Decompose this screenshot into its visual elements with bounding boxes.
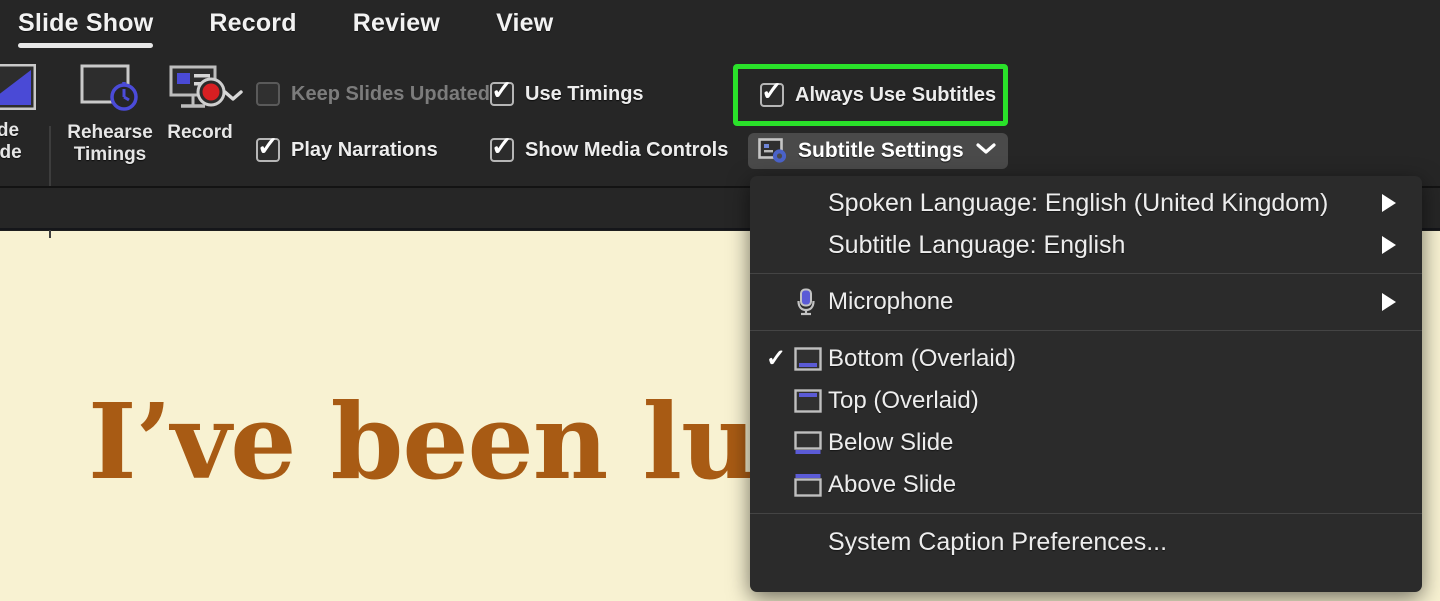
menu-item-above-slide[interactable]: Above Slide — [750, 464, 1422, 506]
menu-separator — [750, 273, 1422, 274]
tab-view[interactable]: View — [496, 0, 553, 38]
caption-above-slide-icon — [794, 473, 828, 497]
subtitle-settings-icon — [758, 138, 788, 164]
rehearse-timings-icon — [80, 64, 140, 118]
menu-item-below-slide[interactable]: Below Slide — [750, 422, 1422, 464]
menu-item-system-caption-preferences-label: System Caption Preferences... — [828, 528, 1167, 557]
play-narrations-label: Play Narrations — [291, 139, 438, 162]
menu-item-bottom-overlaid[interactable]: ✓ Bottom (Overlaid) — [750, 338, 1422, 380]
hide-slide-label-line1: de — [0, 120, 19, 142]
tab-review[interactable]: Review — [353, 0, 440, 38]
checkmark-icon: ✓ — [491, 133, 513, 159]
menu-item-system-caption-preferences[interactable]: System Caption Preferences... — [750, 521, 1422, 563]
use-timings-label: Use Timings — [525, 83, 644, 106]
tab-slide-show-label: Slide Show — [18, 9, 153, 37]
tab-record[interactable]: Record — [209, 0, 296, 38]
menu-item-spoken-language[interactable]: Spoken Language: English (United Kingdom… — [750, 182, 1422, 224]
menu-item-above-slide-label: Above Slide — [828, 471, 956, 499]
selected-checkmark-icon: ✓ — [766, 347, 794, 371]
checkbox-play-narrations[interactable]: ✓ Play Narrations — [256, 138, 438, 162]
menu-separator — [750, 330, 1422, 331]
menu-item-microphone[interactable]: Microphone — [750, 281, 1422, 323]
checkmark-icon: ✓ — [257, 133, 279, 159]
record-dropdown-caret[interactable] — [222, 88, 244, 107]
ribbon-body: de ide Rehearse Timings — [0, 60, 1440, 187]
rehearse-timings-button[interactable]: Rehearse Timings — [62, 64, 158, 166]
subtitle-settings-label: Subtitle Settings — [798, 139, 964, 163]
slide-title-text: I’ve been lu — [88, 387, 756, 497]
tab-record-label: Record — [209, 9, 296, 37]
rehearse-timings-label-line1: Rehearse — [67, 122, 153, 144]
use-timings-checkbox[interactable]: ✓ — [490, 82, 514, 106]
play-narrations-checkbox[interactable]: ✓ — [256, 138, 280, 162]
tab-slide-show[interactable]: Slide Show — [18, 0, 153, 38]
rehearse-timings-label-line2: Timings — [74, 144, 147, 166]
menu-item-top-overlaid[interactable]: Top (Overlaid) — [750, 380, 1422, 422]
menu-item-subtitle-language[interactable]: Subtitle Language: English — [750, 224, 1422, 266]
tab-review-label: Review — [353, 9, 440, 37]
caption-below-slide-icon — [794, 431, 828, 455]
hide-slide-button[interactable]: de ide — [0, 64, 44, 164]
always-use-subtitles-checkbox[interactable]: ✓ — [760, 83, 784, 107]
powerpoint-window: I’ve been lu Slide Show Record Review Vi… — [0, 0, 1440, 601]
keep-slides-updated-checkbox[interactable] — [256, 82, 280, 106]
checkmark-icon: ✓ — [761, 78, 783, 104]
record-label: Record — [167, 122, 232, 144]
menu-item-spoken-language-label: Spoken Language: English (United Kingdom… — [828, 189, 1328, 218]
microphone-icon — [794, 288, 828, 316]
caption-bottom-overlaid-icon — [794, 347, 828, 371]
menu-item-top-overlaid-label: Top (Overlaid) — [828, 387, 979, 415]
submenu-arrow-icon — [1382, 194, 1396, 212]
submenu-arrow-icon — [1382, 236, 1396, 254]
subtitle-settings-menu: Spoken Language: English (United Kingdom… — [750, 176, 1422, 592]
checkbox-keep-slides-updated[interactable]: Keep Slides Updated — [256, 82, 490, 106]
submenu-arrow-icon — [1382, 293, 1396, 311]
menu-separator — [750, 513, 1422, 514]
checkbox-use-timings[interactable]: ✓ Use Timings — [490, 82, 644, 106]
always-use-subtitles-label: Always Use Subtitles — [795, 84, 996, 107]
checkmark-icon: ✓ — [491, 77, 513, 103]
menu-item-below-slide-label: Below Slide — [828, 429, 953, 457]
hide-slide-icon — [0, 64, 36, 116]
menu-item-bottom-overlaid-label: Bottom (Overlaid) — [828, 345, 1016, 373]
menu-item-subtitle-language-label: Subtitle Language: English — [828, 231, 1125, 260]
subtitle-settings-button[interactable]: Subtitle Settings — [748, 133, 1008, 169]
show-media-controls-label: Show Media Controls — [525, 139, 728, 162]
menu-item-microphone-label: Microphone — [828, 288, 953, 316]
show-media-controls-checkbox[interactable]: ✓ — [490, 138, 514, 162]
keep-slides-updated-label: Keep Slides Updated — [291, 83, 490, 106]
tab-view-label: View — [496, 9, 553, 37]
checkbox-always-use-subtitles[interactable]: ✓ Always Use Subtitles — [760, 83, 996, 107]
ribbon-tab-strip: Slide Show Record Review View — [0, 0, 1440, 60]
caption-top-overlaid-icon — [794, 389, 828, 413]
chevron-down-icon — [976, 142, 996, 160]
hide-slide-label-line2: ide — [0, 142, 22, 164]
checkbox-show-media-controls[interactable]: ✓ Show Media Controls — [490, 138, 728, 162]
chevron-down-icon — [222, 88, 244, 102]
